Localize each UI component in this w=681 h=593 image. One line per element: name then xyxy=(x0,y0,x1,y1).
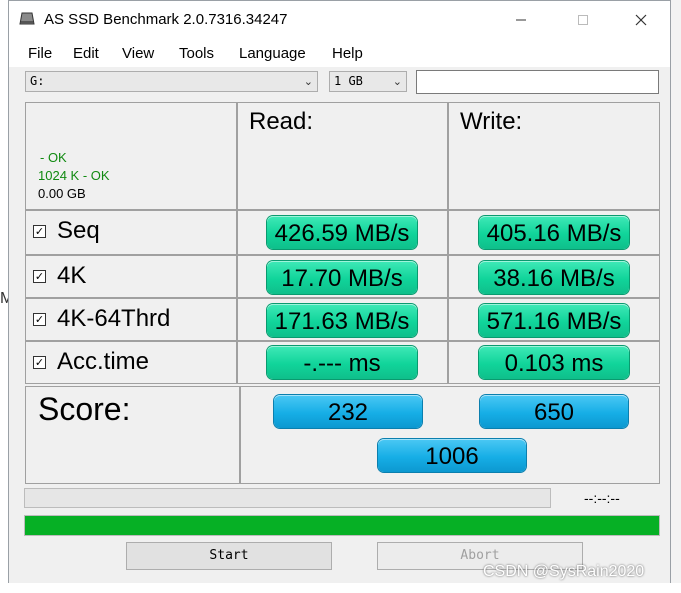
4k-checkbox[interactable]: ✓ xyxy=(33,270,46,283)
menu-file[interactable]: File xyxy=(28,45,52,62)
driver-status: - OK xyxy=(40,150,67,165)
test-progress-bar xyxy=(24,488,551,508)
drive-select[interactable]: G: ⌄ xyxy=(25,71,318,92)
alignment-status: 1024 K - OK xyxy=(38,168,110,183)
drive-icon xyxy=(19,12,35,25)
row-4k64-read-cell: 171.63 MB/s xyxy=(237,298,448,341)
row-4k64-label-cell: ✓ 4K-64Thrd xyxy=(25,298,237,341)
total-progress-fill xyxy=(25,516,659,535)
window-title: AS SSD Benchmark 2.0.7316.34247 xyxy=(44,11,288,28)
read-column-header: Read: xyxy=(249,108,314,135)
acctime-write-result: 0.103 ms xyxy=(479,346,629,379)
4k-label: 4K xyxy=(57,262,87,289)
write-header-panel: Write: xyxy=(448,102,660,210)
title-bar[interactable]: AS SSD Benchmark 2.0.7316.34247 xyxy=(9,1,670,39)
row-seq-write-cell: 405.16 MB/s xyxy=(448,210,660,255)
drive-select-value: G: xyxy=(30,74,45,88)
menu-edit[interactable]: Edit xyxy=(73,45,99,62)
row-4k64-write-cell: 571.16 MB/s xyxy=(448,298,660,341)
row-acctime-label-cell: ✓ Acc.time xyxy=(25,341,237,384)
seq-write-result: 405.16 MB/s xyxy=(479,216,629,249)
menu-bar: File Edit View Tools Language Help xyxy=(9,39,670,67)
4k-read-result: 17.70 MB/s xyxy=(267,261,417,294)
row-4k-label-cell: ✓ 4K xyxy=(25,255,237,298)
row-acctime-write-cell: 0.103 ms xyxy=(448,341,660,384)
score-write: 650 xyxy=(480,395,628,428)
close-icon[interactable] xyxy=(618,1,664,39)
score-values-cell: 232 650 1006 xyxy=(240,386,660,484)
drive-size: 0.00 GB xyxy=(38,186,86,201)
app-window: AS SSD Benchmark 2.0.7316.34247 File Edi… xyxy=(8,0,671,585)
menu-language[interactable]: Language xyxy=(239,45,306,62)
score-read: 232 xyxy=(274,395,422,428)
4k64-write-result: 571.16 MB/s xyxy=(479,304,629,337)
maximize-icon[interactable] xyxy=(560,1,606,39)
score-label: Score: xyxy=(38,391,131,427)
acctime-read-result: -.--- ms xyxy=(267,346,417,379)
menu-help[interactable]: Help xyxy=(332,45,363,62)
size-select[interactable]: 1 GB ⌄ xyxy=(329,71,407,92)
seq-read-result: 426.59 MB/s xyxy=(267,216,417,249)
seq-checkbox[interactable]: ✓ xyxy=(33,225,46,238)
4k-write-result: 38.16 MB/s xyxy=(479,261,629,294)
start-button[interactable]: Start xyxy=(126,542,332,570)
write-column-header: Write: xyxy=(460,108,523,135)
row-4k-read-cell: 17.70 MB/s xyxy=(237,255,448,298)
read-header-panel: Read: xyxy=(237,102,448,210)
chevron-down-icon: ⌄ xyxy=(392,75,402,88)
seq-label: Seq xyxy=(57,217,100,244)
row-seq-label-cell: ✓ Seq xyxy=(25,210,237,255)
row-acctime-read-cell: -.--- ms xyxy=(237,341,448,384)
menu-view[interactable]: View xyxy=(122,45,154,62)
elapsed-time: --:--:-- xyxy=(584,490,620,506)
acctime-label: Acc.time xyxy=(57,348,150,375)
total-progress-bar xyxy=(24,515,660,536)
4k64-label: 4K-64Thrd xyxy=(57,305,171,332)
info-textbox[interactable] xyxy=(416,70,659,94)
4k64-read-result: 171.63 MB/s xyxy=(267,304,417,337)
row-4k-write-cell: 38.16 MB/s xyxy=(448,255,660,298)
size-select-value: 1 GB xyxy=(334,74,363,88)
background-page-bottom xyxy=(0,583,681,593)
score-total: 1006 xyxy=(378,439,526,472)
row-seq-read-cell: 426.59 MB/s xyxy=(237,210,448,255)
watermark: CSDN @SysRain2020 xyxy=(483,563,645,580)
drive-info-panel: - OK 1024 K - OK 0.00 GB xyxy=(25,102,237,210)
menu-tools[interactable]: Tools xyxy=(179,45,214,62)
acctime-checkbox[interactable]: ✓ xyxy=(33,356,46,369)
minimize-icon[interactable] xyxy=(498,1,544,39)
score-label-cell: Score: xyxy=(25,386,240,484)
chevron-down-icon: ⌄ xyxy=(303,75,313,88)
4k64-checkbox[interactable]: ✓ xyxy=(33,313,46,326)
